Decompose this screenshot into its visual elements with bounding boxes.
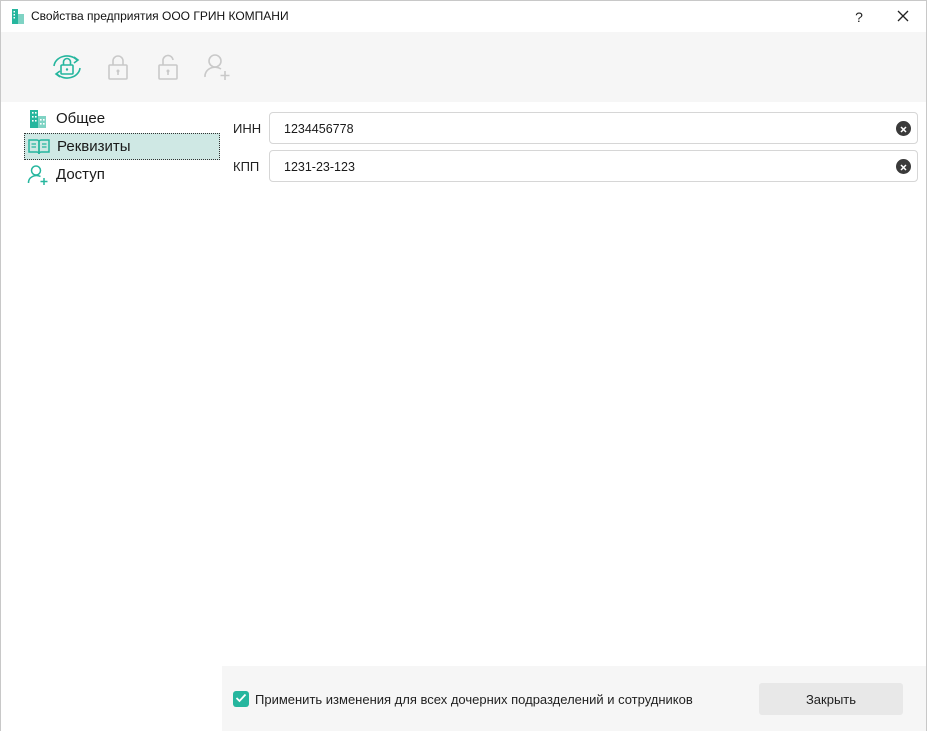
refresh-lock-icon bbox=[50, 52, 84, 82]
building-icon bbox=[26, 108, 50, 130]
inn-input[interactable]: 1234456778 bbox=[269, 112, 918, 144]
dialog-footer: Применить изменения для всех дочерних по… bbox=[222, 666, 926, 731]
help-button[interactable]: ? bbox=[839, 1, 879, 32]
close-window-button[interactable] bbox=[883, 1, 923, 32]
inn-label: ИНН bbox=[233, 121, 262, 136]
requisites-panel: ИНН 1234456778 КПП 1231-23-123 bbox=[222, 102, 926, 666]
kpp-value: 1231-23-123 bbox=[284, 160, 355, 174]
add-user-icon bbox=[202, 52, 232, 82]
close-button[interactable]: Закрыть bbox=[759, 683, 903, 715]
add-user-icon bbox=[26, 164, 50, 186]
unlock-icon bbox=[156, 53, 180, 81]
clear-inn-button[interactable] bbox=[896, 121, 911, 136]
inn-field-row: ИНН 1234456778 bbox=[222, 112, 926, 144]
close-icon bbox=[897, 9, 909, 25]
checkmark-icon bbox=[235, 690, 247, 708]
sidebar-item-label: Реквизиты bbox=[57, 138, 131, 155]
sidebar-item-requisites[interactable]: Реквизиты bbox=[24, 133, 220, 160]
clear-icon bbox=[900, 158, 907, 176]
clear-kpp-button[interactable] bbox=[896, 159, 911, 174]
title-bar: Свойства предприятия ООО ГРИН КОМПАНИ ? bbox=[1, 1, 926, 32]
toolbar bbox=[1, 32, 926, 102]
clear-icon bbox=[900, 120, 907, 138]
sidebar-item-label: Доступ bbox=[56, 166, 105, 183]
kpp-field-row: КПП 1231-23-123 bbox=[222, 150, 926, 182]
properties-dialog: Свойства предприятия ООО ГРИН КОМПАНИ ? bbox=[0, 0, 927, 731]
building-icon bbox=[11, 8, 25, 25]
lock-button[interactable] bbox=[101, 50, 135, 84]
inn-value: 1234456778 bbox=[284, 122, 354, 136]
book-icon bbox=[27, 136, 51, 158]
sidebar-item-label: Общее bbox=[56, 110, 106, 127]
add-user-button[interactable] bbox=[200, 50, 234, 84]
sidebar: Общее Реквизиты Доступ bbox=[1, 102, 222, 731]
sidebar-item-general[interactable]: Общее bbox=[24, 105, 220, 132]
kpp-label: КПП bbox=[233, 159, 260, 174]
apply-all-checkbox[interactable] bbox=[233, 691, 249, 707]
window-title: Свойства предприятия ООО ГРИН КОМПАНИ bbox=[31, 9, 289, 23]
sidebar-item-access[interactable]: Доступ bbox=[24, 161, 220, 188]
apply-all-label[interactable]: Применить изменения для всех дочерних по… bbox=[255, 692, 693, 707]
refresh-lock-button[interactable] bbox=[50, 50, 84, 84]
lock-icon bbox=[106, 53, 130, 81]
kpp-input[interactable]: 1231-23-123 bbox=[269, 150, 918, 182]
unlock-button[interactable] bbox=[151, 50, 185, 84]
